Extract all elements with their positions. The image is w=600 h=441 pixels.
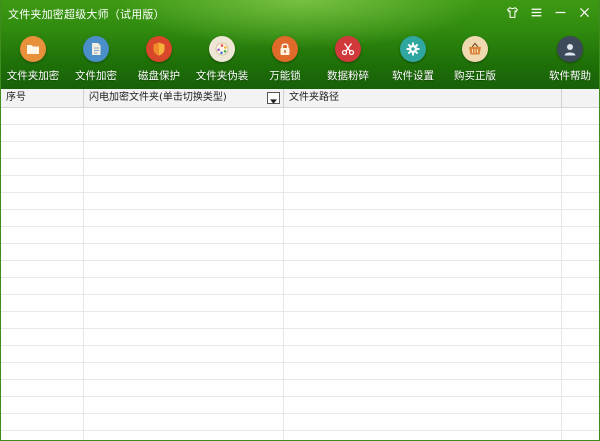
minimize-icon [554,4,567,23]
file-encrypt-button[interactable]: 文件加密 [61,36,131,83]
folder-icon [20,36,46,62]
window-title: 文件夹加密超级大师（试用版） [8,8,165,21]
header-bar: 文件夹加密超级大师（试用版） 文件夹加密 文件加密 磁盘保护 文件夹伪装 万能锁… [1,0,599,89]
toolbar-label: 磁盘保护 [138,70,180,82]
menu-button[interactable] [527,4,545,22]
buy-license-button[interactable]: 购买正版 [440,36,510,83]
file-icon [83,36,109,62]
menu-icon [530,4,543,23]
column-header-index[interactable]: 序号 [1,89,84,107]
basket-icon [462,36,488,62]
toolbar-label: 文件夹伪装 [195,70,249,82]
toolbar-label: 数据粉碎 [327,70,369,82]
column-divider [561,108,562,440]
shield-icon [146,36,172,62]
toolbar-label: 购买正版 [454,70,496,82]
toolbar-label: 软件帮助 [549,70,591,82]
data-shred-button[interactable]: 数据粉碎 [313,36,383,83]
shirt-icon [506,4,519,23]
scissors-icon [335,36,361,62]
universal-lock-button[interactable]: 万能锁 [250,36,320,83]
table-header: 序号 闪电加密文件夹(单击切换类型) 文件夹路径 [1,89,599,108]
close-icon [578,4,591,23]
window-controls [503,4,593,22]
disk-protect-button[interactable]: 磁盘保护 [124,36,194,83]
skin-button[interactable] [503,4,521,22]
folder-encrypt-button[interactable]: 文件夹加密 [1,36,68,83]
software-settings-button[interactable]: 软件设置 [378,36,448,83]
table-body[interactable] [1,108,599,440]
gear-icon [400,36,426,62]
type-dropdown-button[interactable] [267,92,280,104]
column-divider [83,108,84,440]
column-header-folder-path[interactable]: 文件夹路径 [284,89,562,107]
software-help-button[interactable]: 软件帮助 [535,36,599,83]
minimize-button[interactable] [551,4,569,22]
column-divider [283,108,284,440]
app-window: 文件夹加密超级大师（试用版） 文件夹加密 文件加密 磁盘保护 文件夹伪装 万能锁… [0,0,600,441]
palette-icon [209,36,235,62]
close-button[interactable] [575,4,593,22]
folder-disguise-button[interactable]: 文件夹伪装 [187,36,257,83]
column-header-encrypted-folder[interactable]: 闪电加密文件夹(单击切换类型) [84,89,284,107]
toolbar-label: 万能锁 [269,70,301,82]
column-header-empty [562,89,599,107]
toolbar-label: 软件设置 [392,70,434,82]
triangle-down-icon [270,89,277,108]
main-toolbar: 文件夹加密 文件加密 磁盘保护 文件夹伪装 万能锁 数据粉碎 软件设置 购买正版… [1,36,599,86]
lock-icon [272,36,298,62]
toolbar-label: 文件加密 [75,70,117,82]
toolbar-label: 文件夹加密 [6,70,60,82]
user-icon [557,36,583,62]
